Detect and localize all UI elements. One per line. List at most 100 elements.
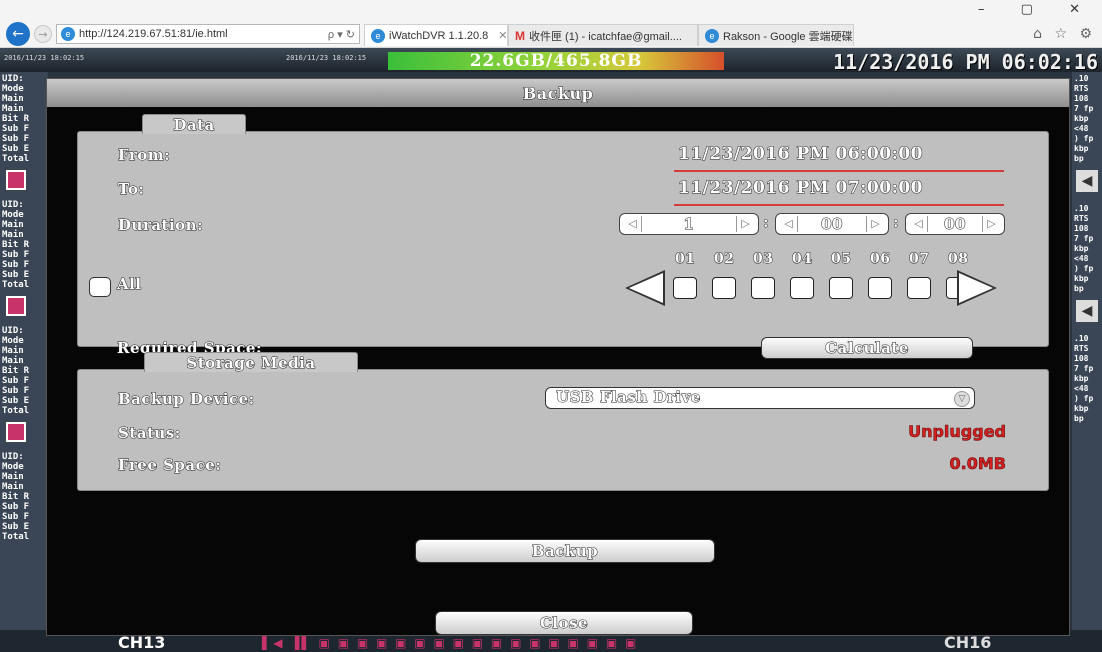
close-label: Close bbox=[539, 614, 589, 633]
ie-icon: e bbox=[61, 27, 75, 41]
chevron-down-icon[interactable]: ▽ bbox=[954, 391, 970, 407]
speaker-icon[interactable]: ◀ bbox=[1076, 170, 1098, 192]
duration-seconds-value: 00 bbox=[944, 215, 966, 234]
legend-text: Storage Media bbox=[186, 353, 316, 372]
camera-timestamp: 2016/11/23 18:02:15 bbox=[286, 54, 367, 62]
channel-checkbox-05[interactable] bbox=[829, 277, 853, 299]
chevron-left-icon[interactable]: ◁ bbox=[624, 216, 642, 232]
status-label: Status: bbox=[118, 424, 181, 443]
record-icon[interactable] bbox=[6, 422, 26, 442]
camera-info-text: UID: Mode Main Main Bit R Sub F Sub F Su… bbox=[2, 200, 30, 290]
right-camera-info: .10 RTS 108 7 fp kbp <48 ) fp kbp bp ◀ .… bbox=[1072, 72, 1102, 652]
chevron-left-icon[interactable]: ◁ bbox=[910, 216, 928, 232]
backup-device-select[interactable]: USB Flash Drive ▽ bbox=[545, 387, 975, 409]
camera-info-text: UID: Mode Main Main Bit R Sub F Sub F Su… bbox=[2, 452, 30, 542]
arrow-right-icon: → bbox=[38, 27, 48, 41]
camera-timestamp: 2016/11/23 18:02:15 bbox=[4, 54, 85, 62]
channel-number: 03 bbox=[752, 251, 774, 268]
ie-icon: e bbox=[371, 28, 385, 43]
to-label: To: bbox=[117, 180, 145, 199]
camera-info-text: .10 RTS 108 7 fp kbp <48 ) fp kbp bp bbox=[1074, 204, 1094, 293]
camera-info-text: UID: Mode Main Main Bit R Sub F Sub F Su… bbox=[2, 74, 30, 164]
to-datetime[interactable]: 11/23/2016 PM 07:00:00 bbox=[677, 178, 923, 199]
status-strip: 2016/11/23 18:02:15 2016/11/23 18:02:15 … bbox=[0, 48, 1102, 74]
calculate-label: Calculate bbox=[825, 339, 909, 358]
backup-device-label: Backup Device: bbox=[118, 390, 255, 409]
free-space-label: Free Space: bbox=[117, 456, 222, 475]
tab-label: Rakson - Google 雲端硬碟 bbox=[723, 30, 853, 43]
channel-checkbox-01[interactable] bbox=[673, 277, 697, 299]
duration-hours-value: 1 bbox=[683, 215, 695, 234]
chevron-right-icon[interactable]: ▷ bbox=[866, 216, 884, 232]
chevron-left-icon[interactable]: ◁ bbox=[780, 216, 798, 232]
status-value: Unplugged bbox=[908, 422, 1007, 442]
channel-checkbox-03[interactable] bbox=[751, 277, 775, 299]
duration-hours-stepper[interactable]: ◁ 1 ▷ bbox=[619, 213, 759, 235]
back-button[interactable]: ← bbox=[6, 22, 30, 46]
backup-dialog: Backup Data From: 11/23/2016 PM 06:00:00… bbox=[46, 78, 1070, 636]
all-channels-label: All bbox=[117, 275, 142, 294]
close-button[interactable]: Close bbox=[435, 611, 693, 635]
address-bar[interactable]: e http://124.219.67.51:81/ie.html ρ ▾ ↻ bbox=[56, 24, 360, 44]
camera-info-text: UID: Mode Main Main Bit R Sub F Sub F Su… bbox=[2, 326, 30, 416]
to-underline bbox=[674, 204, 1004, 206]
dialog-header: Backup bbox=[47, 79, 1069, 107]
channel-number: 07 bbox=[908, 251, 930, 268]
duration-separator: : bbox=[892, 213, 900, 232]
arrow-left-icon: ← bbox=[12, 26, 24, 42]
page-right-arrow-icon[interactable] bbox=[959, 273, 993, 303]
storage-usage-bar: 22.6GB/465.8GB bbox=[388, 52, 724, 70]
channel-number: 08 bbox=[947, 251, 969, 268]
backup-label: Backup bbox=[531, 542, 599, 561]
duration-minutes-stepper[interactable]: ◁ 00 ▷ bbox=[775, 213, 889, 235]
tab-iwatchdvr[interactable]: e iWatchDVR 1.1.20.8 ✕ bbox=[364, 24, 508, 46]
chevron-right-icon[interactable]: ▷ bbox=[982, 216, 1000, 232]
data-panel: Data From: 11/23/2016 PM 06:00:00 To: 11… bbox=[77, 114, 1049, 347]
record-icon[interactable] bbox=[6, 296, 26, 316]
legend-text: Data bbox=[173, 115, 215, 134]
tab-label: iWatchDVR 1.1.20.8 bbox=[389, 29, 489, 42]
gmail-icon: M bbox=[515, 28, 525, 43]
toolbar-icons[interactable]: ⌂ ☆ ⚙ bbox=[1033, 26, 1096, 42]
system-datetime: 11/23/2016 PM 06:02:16 bbox=[833, 50, 1098, 74]
channel-number: 05 bbox=[830, 251, 852, 268]
window-controls[interactable]: – ▢ ✕ bbox=[978, 2, 1096, 17]
from-label: From: bbox=[117, 146, 171, 165]
close-icon[interactable]: ✕ bbox=[498, 29, 507, 42]
address-tools[interactable]: ρ ▾ ↻ bbox=[328, 28, 359, 41]
channel-number: 04 bbox=[791, 251, 813, 268]
channel-checkbox-02[interactable] bbox=[712, 277, 736, 299]
duration-separator: : bbox=[762, 213, 770, 232]
chevron-right-icon[interactable]: ▷ bbox=[736, 216, 754, 232]
speaker-icon[interactable]: ◀ bbox=[1076, 300, 1098, 322]
backup-button[interactable]: Backup bbox=[415, 539, 715, 563]
tab-google-drive[interactable]: e Rakson - Google 雲端硬碟 bbox=[698, 24, 854, 46]
channel-number: 01 bbox=[674, 251, 696, 268]
backup-device-value: USB Flash Drive bbox=[556, 388, 701, 407]
channel-checkbox-04[interactable] bbox=[790, 277, 814, 299]
browser-chrome: – ▢ ✕ ← → e http://124.219.67.51:81/ie.h… bbox=[0, 0, 1102, 48]
page-left-arrow-icon[interactable] bbox=[629, 273, 663, 303]
data-section-legend: Data bbox=[142, 114, 246, 134]
from-underline bbox=[674, 170, 1004, 172]
tab-gmail[interactable]: M 收件匣 (1) - icatchfae@gmail.... bbox=[508, 24, 698, 46]
playback-controls[interactable]: ▌◀ ▐▌ ▣ ▣ ▣ ▣ ▣ ▣ ▣ ▣ ▣ ▣ ▣ ▣ ▣ ▣ ▣ ▣ ▣ bbox=[262, 636, 638, 650]
channel-checkbox-07[interactable] bbox=[907, 277, 931, 299]
forward-button[interactable]: → bbox=[34, 25, 52, 43]
calculate-button[interactable]: Calculate bbox=[761, 337, 973, 359]
camera-info-text: .10 RTS 108 7 fp kbp <48 ) fp kbp bp bbox=[1074, 334, 1094, 423]
ie-icon: e bbox=[705, 28, 719, 43]
tab-label: 收件匣 (1) - icatchfae@gmail.... bbox=[529, 30, 682, 43]
duration-label: Duration: bbox=[117, 216, 204, 235]
record-icon[interactable] bbox=[6, 170, 26, 190]
duration-minutes-value: 00 bbox=[821, 215, 843, 234]
channel-number: 02 bbox=[713, 251, 735, 268]
channel-checkbox-06[interactable] bbox=[868, 277, 892, 299]
free-space-value: 0.0MB bbox=[949, 454, 1006, 474]
from-datetime[interactable]: 11/23/2016 PM 06:00:00 bbox=[677, 144, 923, 165]
camera-info-text: .10 RTS 108 7 fp kbp <48 ) fp kbp bp bbox=[1074, 74, 1094, 163]
duration-seconds-stepper[interactable]: ◁ 00 ▷ bbox=[905, 213, 1005, 235]
url-text: http://124.219.67.51:81/ie.html bbox=[79, 28, 228, 40]
left-camera-info: UID: Mode Main Main Bit R Sub F Sub F Su… bbox=[0, 72, 48, 652]
all-channels-checkbox[interactable] bbox=[89, 277, 111, 297]
